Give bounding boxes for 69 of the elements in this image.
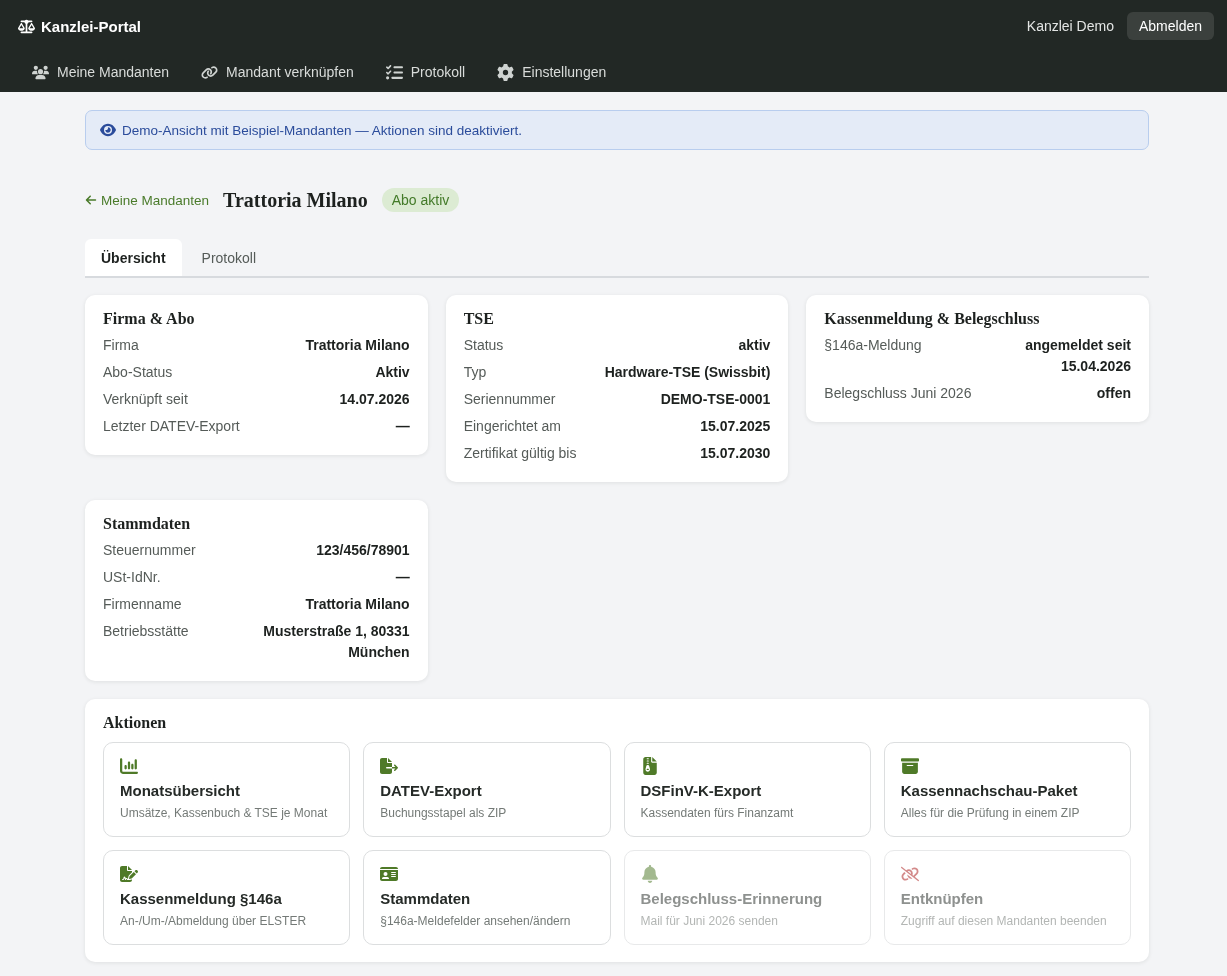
- field-value: —: [395, 417, 410, 436]
- card-title: Stammdaten: [103, 514, 192, 534]
- action-card[interactable]: DSFinV-K-Export Kassendaten fürs Finanzamt: [623, 742, 871, 837]
- field-value: Aktiv: [375, 363, 410, 382]
- field-value: Trattoria Milano: [305, 336, 410, 355]
- field-value: 14.07.2026: [339, 390, 410, 409]
- action-card[interactable]: Kassennachschau-Paket Alles für die Prüfung in einem ZIP: [883, 742, 1131, 837]
- tab[interactable]: Protokoll: [185, 239, 273, 276]
- field-label: Firmenname: [103, 595, 182, 614]
- action-card[interactable]: Stammdaten §146a-Meldefelder ansehen/ändern: [363, 850, 611, 945]
- field-label: Steuernummer: [103, 541, 196, 560]
- action-card[interactable]: Kassenmeldung §146a An-/Um-/Abmeldung über ELSTER: [103, 850, 351, 945]
- field-label: Belegschluss Juni 2026: [824, 384, 972, 403]
- settings-icon: [497, 63, 515, 81]
- archive-box-icon: [900, 757, 919, 775]
- card-title: Kassenmeldung & Belegschluss: [824, 309, 1041, 330]
- tab[interactable]: Übersicht: [85, 239, 182, 276]
- field-label: Eingerichtet am: [463, 417, 561, 436]
- broken-link-icon: [900, 865, 919, 883]
- field-value: 15.07.2025: [700, 417, 771, 436]
- scale-icon: [18, 17, 35, 35]
- field-label: Letzter DATEV-Export: [103, 417, 240, 436]
- nav-link[interactable]: Einstellungen: [497, 63, 607, 81]
- field-value: 123/456/78901: [316, 541, 410, 560]
- id-card-icon: [380, 865, 399, 883]
- field-value: Trattoria Milano: [305, 595, 410, 614]
- user-name: Kanzlei Demo: [1026, 18, 1114, 34]
- zip-file-icon: [640, 757, 659, 775]
- field-value: —: [395, 568, 410, 587]
- nav-link[interactable]: Meine Mandanten: [32, 63, 170, 81]
- checklist-icon: [385, 63, 403, 81]
- status-badge: Abo aktiv: [381, 188, 460, 212]
- field-label: §146a-Meldung: [824, 336, 922, 355]
- back-link[interactable]: Meine Mandanten: [85, 192, 210, 208]
- field-value: offen: [1096, 384, 1131, 403]
- banner-text: Demo-Ansicht mit Beispiel-Mandanten — Aktionen sind deaktiviert.: [122, 122, 522, 138]
- nav-link[interactable]: Protokoll: [385, 63, 466, 81]
- field-value: DEMO-TSE-0001: [660, 390, 771, 409]
- link-icon: [201, 63, 219, 81]
- field-label: Seriennummer: [463, 390, 556, 409]
- panel-title: Aktionen: [103, 713, 168, 733]
- bell-icon: [640, 865, 659, 883]
- action-card[interactable]: DATEV-Export Buchungsstapel als ZIP: [363, 742, 611, 837]
- page-title: Trattoria Milano: [223, 188, 368, 212]
- field-value: 15.07.2030: [700, 444, 771, 463]
- action-card[interactable]: Monatsübersicht Umsätze, Kassenbuch & TSE je Monat: [103, 742, 351, 837]
- field-value: Musterstraße 1, 80331 München: [262, 622, 410, 662]
- bar-chart-icon: [120, 757, 138, 775]
- card-title: Firma & Abo: [103, 309, 196, 329]
- eye-icon: [100, 122, 116, 138]
- logout-button[interactable]: Abmelden: [1126, 12, 1214, 40]
- field-label: Verknüpft seit: [103, 390, 188, 409]
- file-signature-icon: [120, 865, 138, 883]
- arrow-left-icon: [85, 194, 97, 206]
- field-value: Hardware-TSE (Swissbit): [604, 363, 771, 382]
- card-title: TSE: [463, 309, 495, 329]
- file-export-icon: [380, 757, 399, 775]
- field-label: Firma: [103, 336, 139, 355]
- brand-name: Kanzlei-Portal: [41, 17, 142, 35]
- field-label: Typ: [463, 363, 487, 382]
- field-value: angemeldet seit 15.04.2026: [1024, 336, 1131, 376]
- field-label: Status: [463, 336, 504, 355]
- field-label: Betriebsstätte: [103, 622, 189, 641]
- users-icon: [32, 63, 49, 81]
- nav-link[interactable]: Mandant verknüpfen: [201, 63, 354, 81]
- field-value: aktiv: [738, 336, 771, 355]
- field-label: Zertifikat gültig bis: [463, 444, 577, 463]
- field-label: Abo-Status: [103, 363, 173, 382]
- field-label: USt-IdNr.: [103, 568, 161, 587]
